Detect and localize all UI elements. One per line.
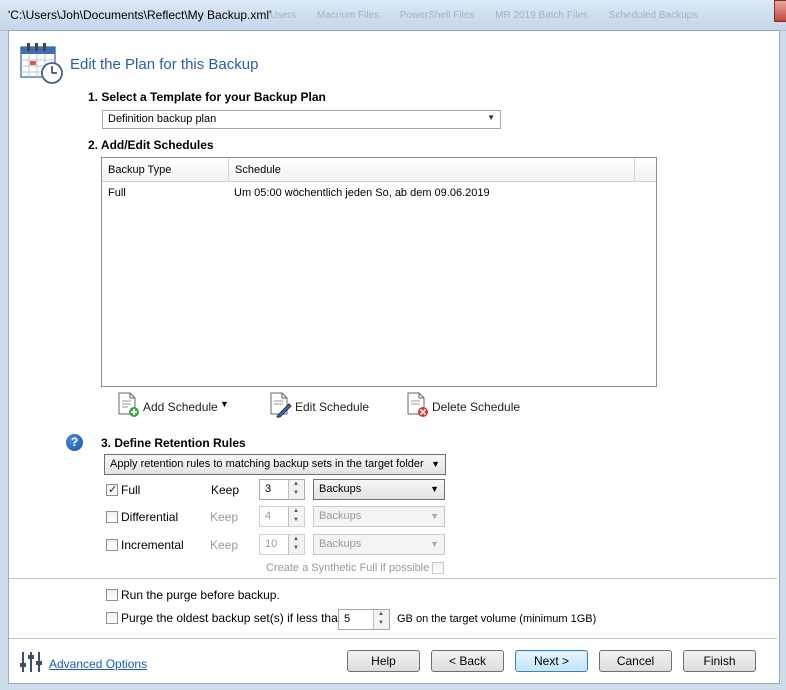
differential-keep-value: 4 — [265, 510, 272, 522]
column-header-backup-type[interactable]: Backup Type — [102, 158, 229, 181]
incremental-label: Incremental — [121, 538, 184, 552]
section-divider — [9, 578, 777, 579]
stepper-arrows[interactable]: ▲ ▼ — [288, 480, 304, 499]
background-tab: PowerShell Files — [399, 10, 475, 21]
purge-before-label: Run the purge before backup. — [121, 588, 280, 602]
full-label: Full — [121, 483, 141, 497]
stepper-arrows[interactable]: ▲ ▼ — [288, 507, 304, 526]
incremental-keep-label: Keep — [210, 538, 239, 552]
template-dropdown[interactable]: Definition backup plan ▼ — [102, 110, 501, 129]
edit-document-icon — [270, 392, 292, 418]
chevron-down-icon: ▼ — [430, 539, 439, 549]
template-heading: 1. Select a Template for your Backup Pla… — [88, 90, 326, 104]
full-checkbox[interactable] — [106, 483, 118, 496]
template-dropdown-value: Definition backup plan — [108, 113, 217, 125]
incremental-keep-stepper[interactable]: 10 ▲ ▼ — [259, 534, 305, 555]
row-schedule[interactable]: Um 05:00 wöchentlich jeden So, ab dem 09… — [234, 187, 490, 199]
window-titlebar[interactable]: 'C:\Users\Joh\Documents\Reflect\My Backu… — [0, 0, 786, 31]
stepper-arrows[interactable]: ▲ ▼ — [373, 610, 389, 629]
purge-oldest-checkbox[interactable] — [106, 612, 118, 624]
full-keep-value: 3 — [265, 483, 272, 495]
synthetic-full-label: Create a Synthetic Full if possible — [266, 562, 430, 574]
back-button[interactable]: < Back — [431, 650, 504, 672]
schedule-list-header: Backup Type Schedule — [102, 158, 656, 182]
calendar-clock-icon — [20, 43, 63, 84]
differential-keep-stepper[interactable]: 4 ▲ ▼ — [259, 506, 305, 527]
dropdown-arrow-icon[interactable]: ▼ — [220, 399, 229, 409]
schedule-list[interactable]: Backup Type Schedule Full Um 05:00 wöche… — [101, 157, 657, 387]
window-close-button[interactable] — [774, 0, 786, 22]
differential-keep-label: Keep — [210, 510, 239, 524]
purge-before-checkbox[interactable] — [106, 589, 118, 601]
cancel-button[interactable]: Cancel — [599, 650, 672, 672]
retention-heading: 3. Define Retention Rules — [101, 436, 246, 450]
differential-checkbox[interactable] — [106, 511, 118, 523]
full-unit-value: Backups — [319, 483, 362, 495]
differential-label: Differential — [121, 510, 179, 524]
advanced-options-link[interactable]: Advanced Options — [49, 657, 147, 671]
differential-unit-dropdown[interactable]: Backups ▼ — [313, 506, 445, 527]
retention-mode-value: Apply retention rules to matching backup… — [110, 458, 424, 470]
help-button[interactable]: Help — [347, 650, 420, 672]
incremental-unit-value: Backups — [319, 538, 362, 550]
window-title: 'C:\Users\Joh\Documents\Reflect\My Backu… — [8, 8, 272, 22]
page-title: Edit the Plan for this Backup — [70, 56, 259, 73]
delete-document-icon — [407, 392, 428, 417]
add-schedule-label: Add Schedule — [143, 400, 218, 414]
footer-divider — [9, 638, 777, 639]
chevron-down-icon: ▼ — [430, 511, 439, 521]
background-tab: Users — [270, 10, 297, 21]
add-schedule-button[interactable]: Add Schedule ▼ — [116, 392, 236, 420]
stepper-arrows[interactable]: ▲ ▼ — [288, 535, 304, 554]
help-icon[interactable]: ? — [66, 434, 83, 451]
row-backup-type[interactable]: Full — [108, 187, 126, 199]
full-unit-dropdown[interactable]: Backups ▼ — [313, 479, 445, 500]
incremental-unit-dropdown[interactable]: Backups ▼ — [313, 534, 445, 555]
differential-unit-value: Backups — [319, 510, 362, 522]
full-keep-label: Keep — [211, 483, 240, 497]
delete-schedule-label: Delete Schedule — [432, 400, 521, 414]
purge-gb-stepper[interactable]: 5 ▲ ▼ — [338, 609, 390, 630]
edit-schedule-label: Edit Schedule — [295, 400, 370, 414]
background-tabs: Users Macrium Files PowerShell Files MR … — [270, 10, 715, 21]
finish-button[interactable]: Finish — [683, 650, 756, 672]
column-header-schedule[interactable]: Schedule — [229, 158, 635, 181]
chevron-down-icon: ▼ — [431, 459, 440, 469]
sliders-icon[interactable] — [19, 651, 43, 673]
purge-gb-suffix: GB on the target volume (minimum 1GB) — [397, 613, 597, 625]
delete-schedule-button[interactable]: Delete Schedule — [405, 392, 520, 420]
background-tab: MR 2019 Batch Files — [495, 10, 589, 21]
background-tab: Scheduled Backups — [608, 10, 698, 21]
schedules-heading: 2. Add/Edit Schedules — [88, 138, 214, 152]
full-keep-stepper[interactable]: 3 ▲ ▼ — [259, 479, 305, 500]
chevron-down-icon: ▼ — [487, 113, 495, 122]
incremental-keep-value: 10 — [265, 538, 278, 550]
synthetic-full-checkbox[interactable] — [432, 562, 444, 574]
retention-mode-dropdown[interactable]: Apply retention rules to matching backup… — [104, 454, 446, 475]
purge-gb-value: 5 — [344, 613, 351, 625]
incremental-checkbox[interactable] — [106, 539, 118, 551]
background-tab: Macrium Files — [316, 10, 380, 21]
purge-oldest-label: Purge the oldest backup set(s) if less t… — [121, 611, 345, 625]
next-button[interactable]: Next > — [515, 650, 588, 672]
edit-schedule-button[interactable]: Edit Schedule — [268, 392, 370, 420]
add-document-icon — [118, 392, 139, 417]
chevron-down-icon: ▼ — [430, 484, 439, 494]
